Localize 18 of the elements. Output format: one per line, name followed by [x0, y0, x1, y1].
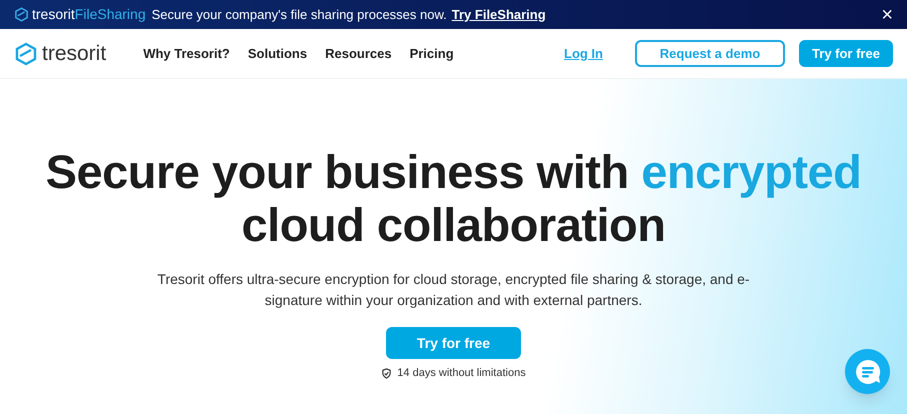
trial-note: 14 days without limitations — [397, 366, 526, 381]
hexagon-logo-icon — [14, 42, 38, 66]
logo-text: tresorit — [42, 40, 106, 67]
chat-bubble-icon — [854, 358, 882, 386]
banner-brand: tresorit — [32, 5, 75, 24]
banner-link[interactable]: Try FileSharing — [452, 4, 546, 24]
nav-link[interactable]: Solutions — [248, 44, 308, 64]
nav-link[interactable]: Resources — [325, 44, 392, 64]
hexagon-logo-icon — [14, 7, 29, 22]
nav-link[interactable]: Why Tresorit? — [143, 44, 230, 64]
chat-button[interactable] — [845, 349, 890, 394]
shield-check-icon — [381, 368, 392, 379]
close-button[interactable]: × — [881, 4, 893, 24]
hero-headline: Secure your business with encrypted cloud collaboration — [46, 145, 862, 251]
banner-product: FileSharing — [74, 5, 146, 24]
nav-link[interactable]: Pricing — [410, 44, 454, 64]
banner-message: Secure your company's file sharing processes now. — [152, 6, 447, 24]
hero-description: Tresorit offers ultra-secure encryption for cloud storage, encrypted file sharing & storage, and e-signature within your organization and with external partners. — [156, 270, 751, 310]
